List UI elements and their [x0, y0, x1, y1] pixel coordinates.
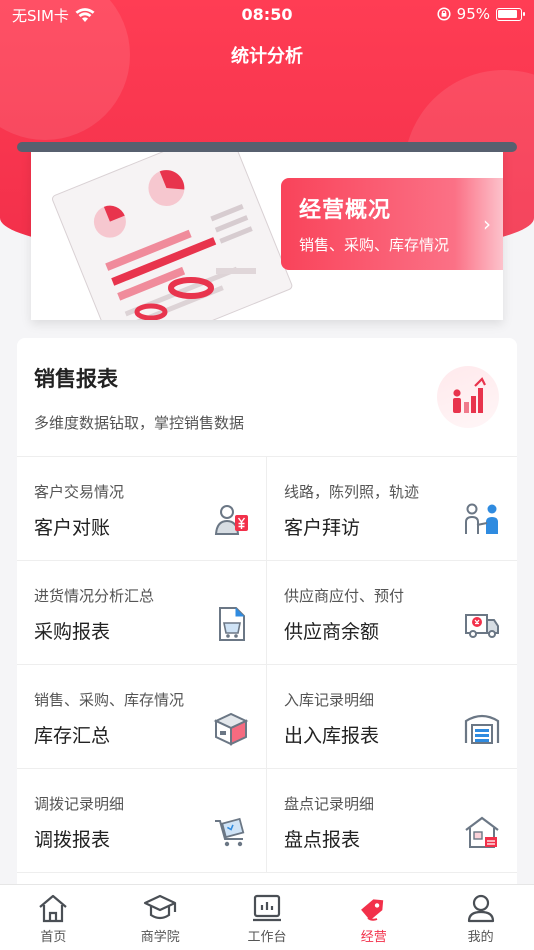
stock-box-icon [213, 712, 249, 746]
report-row: 销售、采购、库存情况 库存汇总 入库记录明细 出入库报表 [17, 665, 517, 769]
item-label: 采购报表 [34, 621, 111, 643]
banner-title: 经营概况 [299, 198, 392, 223]
banner-rod [17, 142, 517, 152]
item-description: 调拨记录明细 [34, 795, 125, 813]
item-description: 入库记录明细 [284, 691, 375, 709]
tab-label: 商学院 [140, 930, 180, 945]
report-row: 进货情况分析汇总 采购报表 供应商应付、预付 供应商余额 [17, 561, 517, 665]
tab-label: 工作台 [247, 930, 287, 945]
bottom-tab-bar: 首页 商学院 工作台 经营 我的 [0, 884, 534, 950]
transfer-report-item[interactable]: 调拨记录明细 调拨报表 [17, 769, 267, 873]
item-label: 供应商余额 [284, 621, 380, 643]
item-description: 进货情况分析汇总 [34, 587, 155, 605]
tab-business[interactable]: 经营 [320, 885, 427, 950]
page-title: 统计分析 [231, 46, 303, 67]
home-icon [39, 894, 68, 923]
customer-yen-icon [214, 505, 248, 535]
item-description: 盘点记录明细 [284, 795, 375, 813]
report-row: 调拨记录明细 调拨报表 盘点记录明细 盘点报表 [17, 769, 517, 873]
stocktake-report-item[interactable]: 盘点记录明细 盘点报表 [267, 769, 517, 873]
item-description: 线路，陈列照，轨迹 [284, 483, 420, 501]
price-tag-icon [360, 899, 383, 921]
item-label: 客户对账 [34, 517, 111, 539]
supplier-balance-item[interactable]: 供应商应付、预付 供应商余额 [267, 561, 517, 665]
tab-academy[interactable]: 商学院 [107, 885, 214, 950]
report-grid: 客户交易情况 客户对账 线路，陈列照，轨迹 客户拜访 进货情况分析汇总 采购报表… [17, 456, 517, 873]
banner-panel: 经营概况 销售、采购、库存情况 › [31, 148, 503, 320]
visit-people-icon [465, 503, 498, 534]
tab-label: 经营 [360, 930, 387, 945]
item-label: 客户拜访 [284, 517, 361, 539]
inventory-house-icon [465, 816, 499, 848]
supplier-truck-icon [465, 614, 499, 638]
tab-workbench[interactable]: 工作台 [214, 885, 321, 950]
tab-home[interactable]: 首页 [0, 885, 107, 950]
purchase-doc-icon [219, 607, 245, 641]
item-description: 客户交易情况 [34, 483, 125, 501]
report-row: 客户交易情况 客户对账 线路，陈列照，轨迹 客户拜访 [17, 457, 517, 561]
bar-chart-people-icon [437, 366, 499, 428]
warehouse-icon [464, 714, 500, 744]
user-icon [467, 894, 494, 923]
item-label: 库存汇总 [34, 725, 111, 747]
stock-summary-item[interactable]: 销售、采购、库存情况 库存汇总 [17, 665, 267, 769]
sales-report-title: 销售报表 [34, 367, 118, 391]
workbench-icon [252, 894, 281, 922]
battery-icon [496, 7, 525, 21]
customer-visit-item[interactable]: 线路，陈列照，轨迹 客户拜访 [267, 457, 517, 561]
battery-percent: 95% [456, 5, 490, 23]
item-description: 供应商应付、预付 [284, 587, 405, 605]
overview-banner[interactable]: 经营概况 销售、采购、库存情况 › [17, 142, 517, 320]
item-label: 调拨报表 [34, 829, 111, 851]
sales-report-subtitle: 多维度数据钻取，掌控销售数据 [34, 414, 245, 432]
chevron-right-icon: › [483, 212, 491, 236]
banner-subtitle: 销售、采购、库存情况 [299, 236, 450, 254]
transfer-cart-icon [215, 817, 245, 847]
customer-statement-item[interactable]: 客户交易情况 客户对账 [17, 457, 267, 561]
tab-label: 首页 [40, 930, 67, 945]
item-label: 盘点报表 [284, 829, 361, 851]
purchase-report-item[interactable]: 进货情况分析汇总 采购报表 [17, 561, 267, 665]
tab-label: 我的 [467, 930, 494, 945]
tab-mine[interactable]: 我的 [427, 885, 534, 950]
sales-report-header[interactable]: 销售报表 多维度数据钻取，掌控销售数据 [17, 338, 517, 456]
rotation-lock-icon [437, 7, 451, 21]
overview-card[interactable]: 经营概况 销售、采购、库存情况 › [281, 178, 503, 270]
status-bar: 无SIM卡 08:50 95% [0, 0, 534, 30]
in-out-report-item[interactable]: 入库记录明细 出入库报表 [267, 665, 517, 769]
sales-report-card: 销售报表 多维度数据钻取，掌控销售数据 客户交易情况 客户对账 线路，陈列照，轨… [17, 338, 517, 898]
item-label: 出入库报表 [284, 725, 380, 747]
graduation-cap-icon [144, 894, 177, 920]
item-description: 销售、采购、库存情况 [34, 691, 185, 709]
